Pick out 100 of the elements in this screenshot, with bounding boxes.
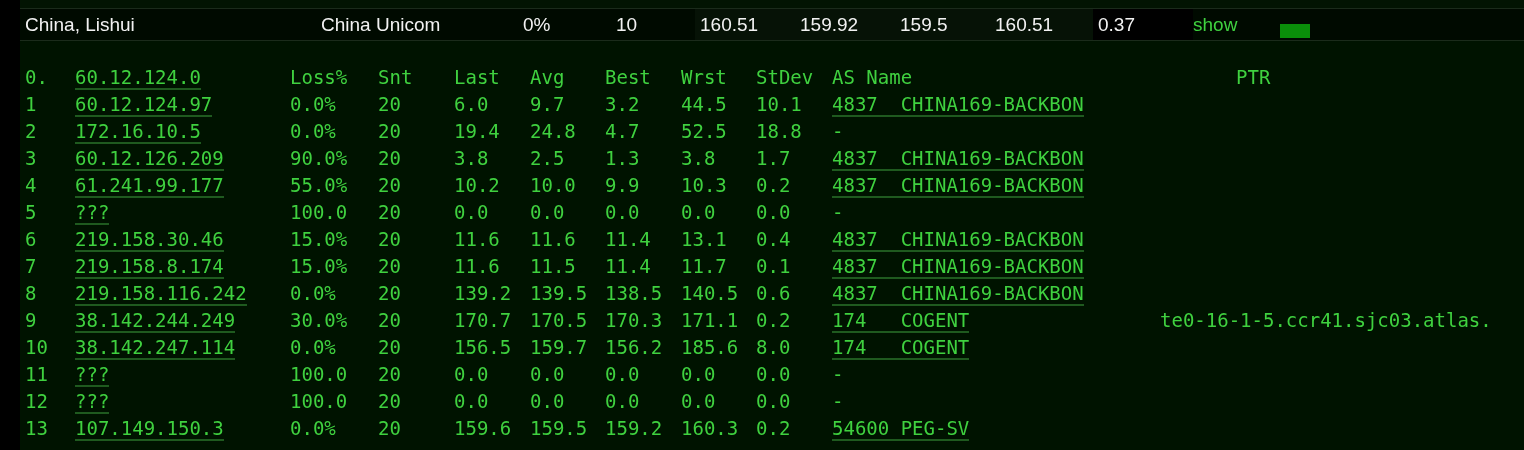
table-cell-text: 3.8	[454, 146, 490, 169]
hop-number: 11	[25, 362, 49, 385]
table-cell-text: 140.5	[681, 281, 740, 304]
table-cell-text: 159.7	[530, 335, 589, 358]
column-header: Wrst	[681, 65, 728, 88]
table-cell-text: 139.5	[530, 281, 589, 304]
table-cell-text: 0.0	[756, 389, 792, 412]
host-link[interactable]: 219.158.30.46	[75, 227, 224, 252]
as-link[interactable]: 4837 CHINA169-BACKBON	[832, 254, 1084, 279]
as-link[interactable]: 4837 CHINA169-BACKBON	[832, 281, 1084, 306]
table-cell-text: 160.3	[681, 416, 740, 439]
host-link[interactable]: ???	[75, 362, 110, 387]
table-cell-text: 11.6	[530, 227, 577, 250]
table-cell: -	[832, 389, 844, 412]
table-cell-text: 11.6	[454, 254, 501, 277]
host-link[interactable]: 61.241.99.177	[75, 173, 224, 198]
ptr-text: te0-16-1-5.ccr41.sjc03.atlas.	[1160, 308, 1492, 331]
table-cell-text: 170.3	[605, 308, 664, 331]
table-cell-text: 20	[378, 254, 402, 277]
host-link[interactable]: 219.158.116.242	[75, 281, 247, 306]
table-cell-text: 2.5	[530, 146, 566, 169]
table-cell-text: 20	[378, 335, 402, 358]
table-cell-text: 0.6	[756, 281, 792, 304]
host-link[interactable]: 60.12.126.209	[75, 146, 224, 171]
table-cell-text: 44.5	[681, 92, 728, 115]
table-cell-text: 15.0%	[290, 227, 349, 250]
hop-number: 6	[25, 227, 38, 250]
table-cell-text: 11.5	[530, 254, 577, 277]
best-text: 159.5	[899, 13, 949, 36]
table-cell-text: 20	[378, 227, 402, 250]
table-cell-text: 156.5	[454, 335, 513, 358]
host-link[interactable]: 219.158.8.174	[75, 254, 224, 279]
worst-text: 160.51	[994, 13, 1055, 36]
table-cell-text: 0.0	[605, 389, 641, 412]
as-link[interactable]: 4837 CHINA169-BACKBON	[832, 146, 1084, 171]
hop-number: 7	[25, 254, 38, 277]
table-cell-text: 0.0	[681, 389, 717, 412]
table-cell-text: 159.6	[454, 416, 513, 439]
hop-number: 1	[25, 92, 38, 115]
table-cell-text: 6.0	[454, 92, 490, 115]
table-cell-text: 0.2	[756, 308, 792, 331]
show-link[interactable]: show	[1193, 13, 1280, 36]
host-link[interactable]: 38.142.244.249	[75, 308, 236, 333]
table-cell-text: 8.0	[756, 335, 792, 358]
host-link[interactable]: ???	[75, 389, 110, 414]
table-cell-text: 3.2	[605, 92, 641, 115]
table-cell-text: 0.0%	[290, 92, 337, 115]
table-cell-text: 159.2	[605, 416, 664, 439]
table-cell-text: 0.0%	[290, 119, 337, 142]
host-link[interactable]: ???	[75, 200, 110, 225]
host-link[interactable]: 38.142.247.114	[75, 335, 236, 360]
host-link[interactable]: 60.12.124.0	[75, 65, 201, 90]
table-cell-text: 20	[378, 119, 402, 142]
as-link[interactable]: 174 COGENT	[832, 335, 970, 360]
table-cell-text: 24.8	[530, 119, 577, 142]
host-link[interactable]: 107.149.150.3	[75, 416, 224, 441]
host-link[interactable]: 172.16.10.5	[75, 119, 201, 144]
host-link[interactable]: 60.12.124.97	[75, 92, 213, 117]
as-link[interactable]: 4837 CHINA169-BACKBON	[832, 92, 1084, 117]
table-cell-text: 9.9	[605, 173, 641, 196]
hop-number: 13	[25, 416, 49, 439]
column-header: Snt	[378, 65, 414, 88]
table-cell-text: 20	[378, 308, 402, 331]
table-cell-text: 0.0	[530, 362, 566, 385]
table-cell-text: 0.0	[605, 200, 641, 223]
table-cell-text: 0.0	[530, 389, 566, 412]
table-cell-text: 156.2	[605, 335, 664, 358]
table-cell-text: 20	[378, 146, 402, 169]
table-cell-text: 11.7	[681, 254, 728, 277]
table-cell-text: 170.7	[454, 308, 513, 331]
table-cell-text: 20	[378, 362, 402, 385]
table-cell-text: 0.1	[756, 254, 792, 277]
table-cell-text: 170.5	[530, 308, 589, 331]
table-cell-text: 138.5	[605, 281, 664, 304]
location-text: China, Lishui	[24, 13, 136, 36]
table-cell-text: 0.2	[756, 173, 792, 196]
hop-number: 5	[25, 200, 38, 223]
table-cell: -	[832, 200, 844, 223]
as-link[interactable]: 54600 PEG-SV	[832, 416, 970, 441]
table-cell-text: 20	[378, 416, 402, 439]
table-cell-text: 9.7	[530, 92, 566, 115]
table-cell-text: 15.0%	[290, 254, 349, 277]
as-link[interactable]: 174 COGENT	[832, 308, 970, 333]
table-cell-text: 0.0	[454, 200, 490, 223]
column-header: StDev	[756, 65, 815, 88]
table-cell-text: 0.0%	[290, 416, 337, 439]
table-cell-text: 0.0	[756, 362, 792, 385]
table-cell-text: 0.0	[454, 362, 490, 385]
as-link[interactable]: 4837 CHINA169-BACKBON	[832, 173, 1084, 198]
table-cell-text: 11.4	[605, 254, 652, 277]
table-cell-text: 52.5	[681, 119, 728, 142]
table-cell-text: 0.0	[454, 389, 490, 412]
table-cell-text: 159.5	[530, 416, 589, 439]
table-cell-text: 20	[378, 173, 402, 196]
table-cell-text: 100.0	[290, 362, 349, 385]
table-cell-text: 30.0%	[290, 308, 349, 331]
as-link[interactable]: 4837 CHINA169-BACKBON	[832, 227, 1084, 252]
table-cell-text: 10.3	[681, 173, 728, 196]
table-cell-text: 100.0	[290, 389, 349, 412]
table-cell-text: 185.6	[681, 335, 740, 358]
